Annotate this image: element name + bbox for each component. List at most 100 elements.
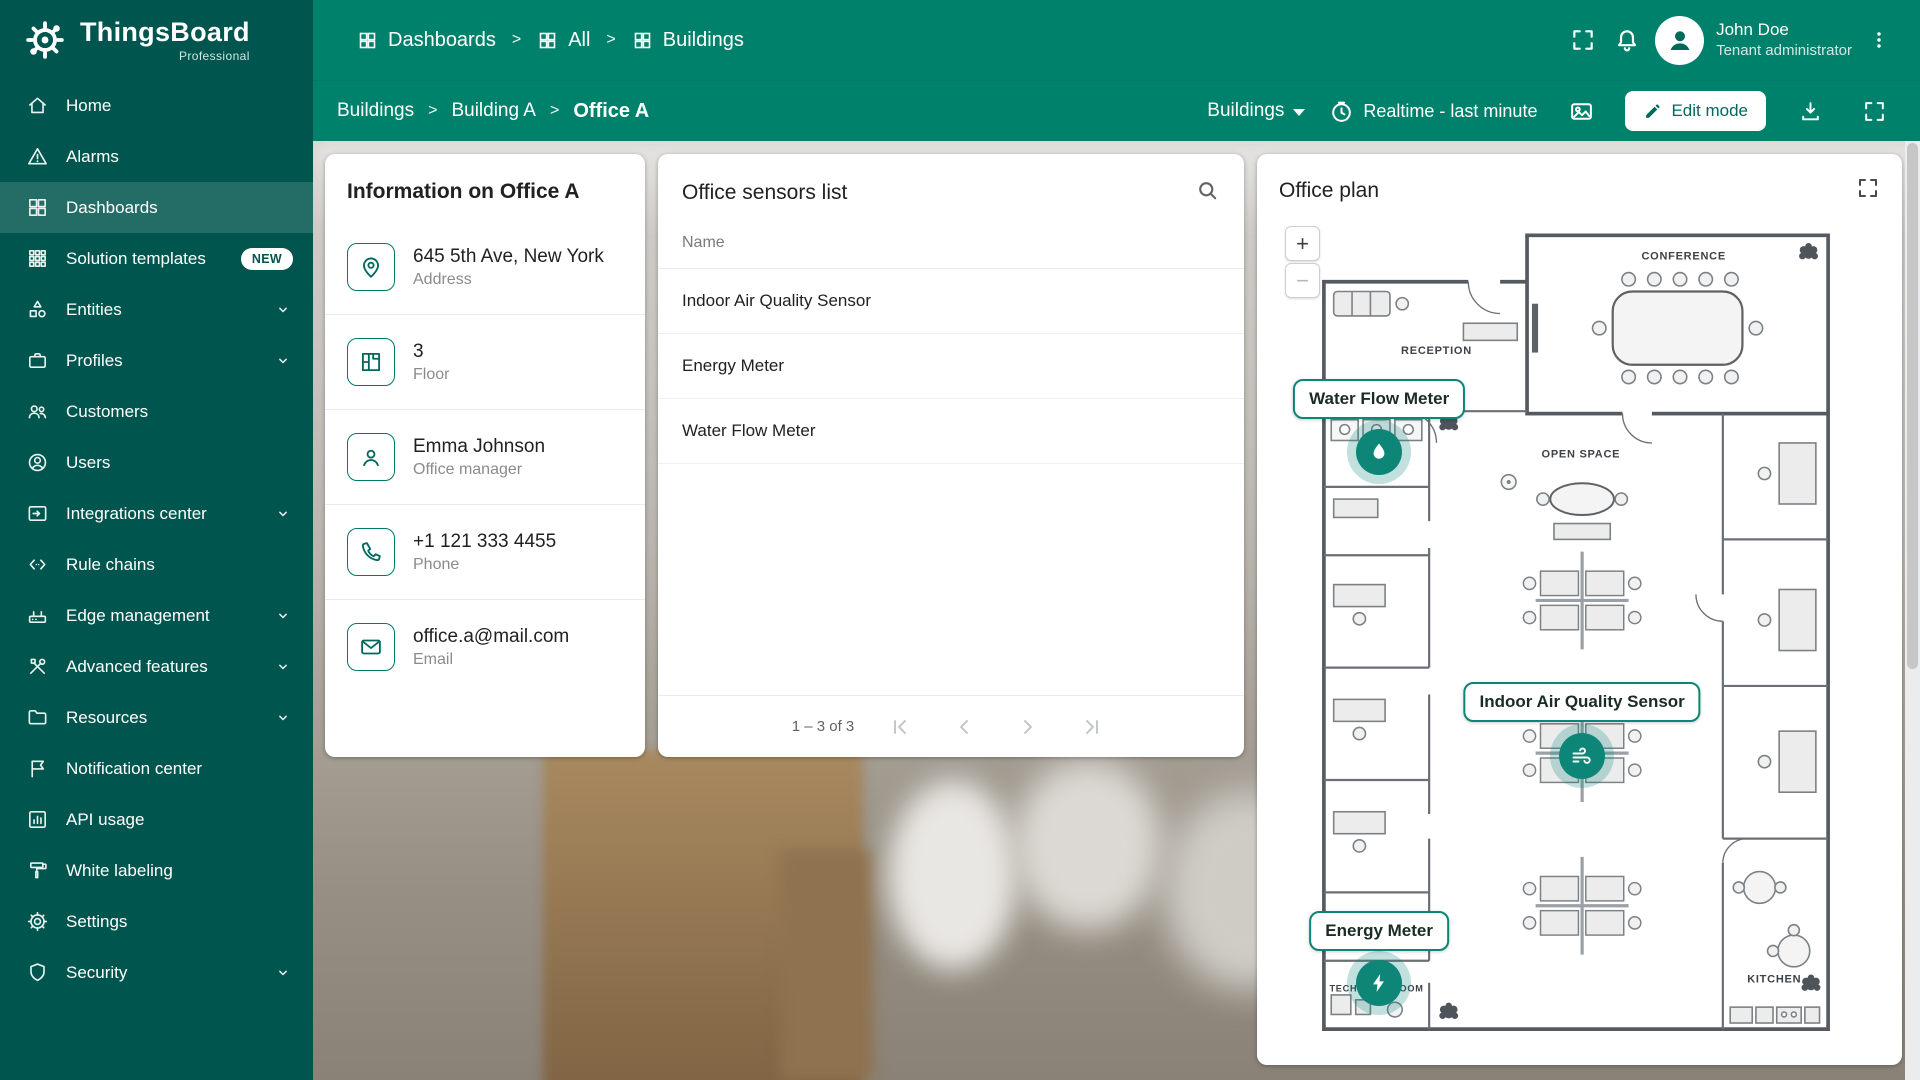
- sidebar-item-dashboards[interactable]: Dashboards: [0, 182, 313, 233]
- info-value: 3: [413, 340, 424, 362]
- entities-icon: [29, 300, 46, 318]
- breadcrumb-dashboards[interactable]: Dashboards: [357, 29, 496, 52]
- sidebar-item-settings[interactable]: Settings: [0, 896, 313, 947]
- sidebar-item-alarms[interactable]: Alarms: [0, 131, 313, 182]
- sidebar-item-label: Users: [66, 452, 111, 472]
- sidebar-item-label: Resources: [66, 707, 148, 727]
- zoom-out-button[interactable]: −: [1285, 263, 1320, 298]
- room-label-open-space: OPEN SPACE: [1542, 449, 1621, 461]
- office-plan-widget: Office plan + − CONFERENCE RECEPTION OPE…: [1257, 154, 1902, 1065]
- breadcrumb-building-a-state[interactable]: Building A: [451, 100, 536, 122]
- zoom-in-button[interactable]: +: [1285, 226, 1320, 261]
- caret-down-icon: [1293, 108, 1306, 116]
- pencil-icon: [1646, 103, 1660, 118]
- energy-bolt-icon: [1373, 974, 1385, 993]
- info-label: Address: [413, 270, 472, 288]
- sidebar-item-entities[interactable]: Entities: [0, 284, 313, 335]
- breadcrumb-all[interactable]: All: [537, 29, 590, 52]
- warning-icon: [28, 148, 47, 165]
- sidebar-item-label: API usage: [66, 809, 145, 829]
- sidebar-item-resources[interactable]: Resources: [0, 692, 313, 743]
- sidebar-item-users[interactable]: Users: [0, 437, 313, 488]
- marker-water-flow-meter[interactable]: [1356, 429, 1403, 476]
- marker-energy-meter[interactable]: [1356, 960, 1403, 1007]
- widget-fullscreen-button[interactable]: [1856, 176, 1880, 205]
- previous-page-button[interactable]: [946, 709, 982, 745]
- location-icon: [347, 243, 395, 291]
- user-icon: [28, 453, 47, 472]
- sidebar-item-advanced-features[interactable]: Advanced features: [0, 641, 313, 692]
- chevron-down-icon: [279, 307, 287, 312]
- top-bar: Dashboards > All > Buildings John Doe Te…: [313, 0, 1920, 80]
- info-label: Office manager: [413, 460, 523, 478]
- app-logo[interactable]: ThingsBoard Professional: [0, 0, 313, 80]
- dashboards-icon: [539, 32, 556, 48]
- dashboard-image-button[interactable]: [1561, 91, 1601, 131]
- dashboards-icon: [359, 32, 376, 48]
- notifications-button[interactable]: [1605, 18, 1649, 62]
- sidebar-item-label: Home: [66, 95, 112, 115]
- page-range: 1 – 3 of 3: [791, 718, 855, 735]
- dashboard-breadcrumb: Buildings > Building A > Office A: [337, 100, 649, 123]
- last-page-button[interactable]: [1074, 709, 1110, 745]
- dashboards-icon: [29, 199, 46, 216]
- thingsboard-logo-icon: [26, 21, 64, 59]
- info-row-manager: Emma Johnson Office manager: [325, 410, 645, 505]
- more-menu-button[interactable]: [1862, 18, 1896, 62]
- column-header-name[interactable]: Name: [658, 220, 1244, 269]
- first-page-button[interactable]: [882, 709, 918, 745]
- info-value: 645 5th Ave, New York: [413, 245, 604, 267]
- marker-label-energy-meter[interactable]: Energy Meter: [1309, 910, 1449, 951]
- shield-icon: [30, 963, 45, 982]
- next-page-button[interactable]: [1010, 709, 1046, 745]
- widgets-row: Information on Office A 645 5th Ave, New…: [313, 141, 1920, 1080]
- sidebar-item-customers[interactable]: Customers: [0, 386, 313, 437]
- table-row[interactable]: Indoor Air Quality Sensor: [658, 269, 1244, 334]
- kebab-icon: [1877, 32, 1881, 48]
- sidebar-item-security[interactable]: Security: [0, 947, 313, 998]
- breadcrumb-buildings[interactable]: Buildings: [632, 29, 744, 52]
- apps-grid-icon: [29, 250, 46, 267]
- sidebar-item-api-usage[interactable]: API usage: [0, 794, 313, 845]
- sidebar-item-white-labeling[interactable]: White labeling: [0, 845, 313, 896]
- edit-mode-button[interactable]: Edit mode: [1625, 91, 1766, 131]
- paint-roller-icon: [29, 862, 47, 879]
- search-button[interactable]: [1195, 178, 1220, 208]
- dashboard-fullscreen-button[interactable]: [1854, 91, 1894, 131]
- info-label: Phone: [413, 555, 460, 573]
- toolbar-controls: Buildings Realtime - last minute Edit mo…: [1207, 91, 1894, 131]
- user-avatar[interactable]: [1655, 15, 1705, 65]
- entity-select[interactable]: Buildings: [1207, 100, 1306, 122]
- chevron-down-icon: [279, 511, 287, 516]
- marker-label-indoor-air-quality-sensor[interactable]: Indoor Air Quality Sensor: [1463, 681, 1701, 722]
- sidebar-item-home[interactable]: Home: [0, 80, 313, 131]
- sidebar-item-edge-management[interactable]: Edge management: [0, 590, 313, 641]
- fullscreen-button[interactable]: [1561, 18, 1605, 62]
- sidebar-item-rule-chains[interactable]: Rule chains: [0, 539, 313, 590]
- person-icon: [347, 433, 395, 481]
- sidebar-item-profiles[interactable]: Profiles: [0, 335, 313, 386]
- marker-label-water-flow-meter[interactable]: Water Flow Meter: [1293, 378, 1466, 419]
- sidebar-item-solution-templates[interactable]: Solution templates NEW: [0, 233, 313, 284]
- marker-indoor-air-quality-sensor[interactable]: [1559, 732, 1606, 779]
- sidebar-item-label: Entities: [66, 299, 122, 319]
- info-label: Email: [413, 650, 454, 668]
- scrollbar-thumb[interactable]: [1907, 143, 1918, 669]
- timewindow-value: Realtime - last minute: [1363, 100, 1538, 121]
- zoom-controls: + −: [1285, 226, 1320, 298]
- sidebar-item-notification-center[interactable]: Notification center: [0, 743, 313, 794]
- sidebar-nav: Home Alarms Dashboards Solution template…: [0, 80, 313, 998]
- info-label: Floor: [413, 365, 450, 383]
- vertical-scrollbar[interactable]: [1905, 141, 1920, 1080]
- water-drop-icon: [1373, 443, 1385, 459]
- breadcrumb-buildings-state[interactable]: Buildings: [337, 100, 414, 122]
- download-button[interactable]: [1790, 91, 1830, 131]
- table-row[interactable]: Energy Meter: [658, 334, 1244, 399]
- sidebar-item-integrations-center[interactable]: Integrations center: [0, 488, 313, 539]
- router-icon: [28, 611, 47, 624]
- table-row[interactable]: Water Flow Meter: [658, 399, 1244, 464]
- timewindow-button[interactable]: Realtime - last minute: [1329, 99, 1537, 124]
- person-icon: [1670, 31, 1689, 50]
- user-menu[interactable]: John Doe Tenant administrator: [1716, 19, 1852, 61]
- phone-icon: [347, 528, 395, 576]
